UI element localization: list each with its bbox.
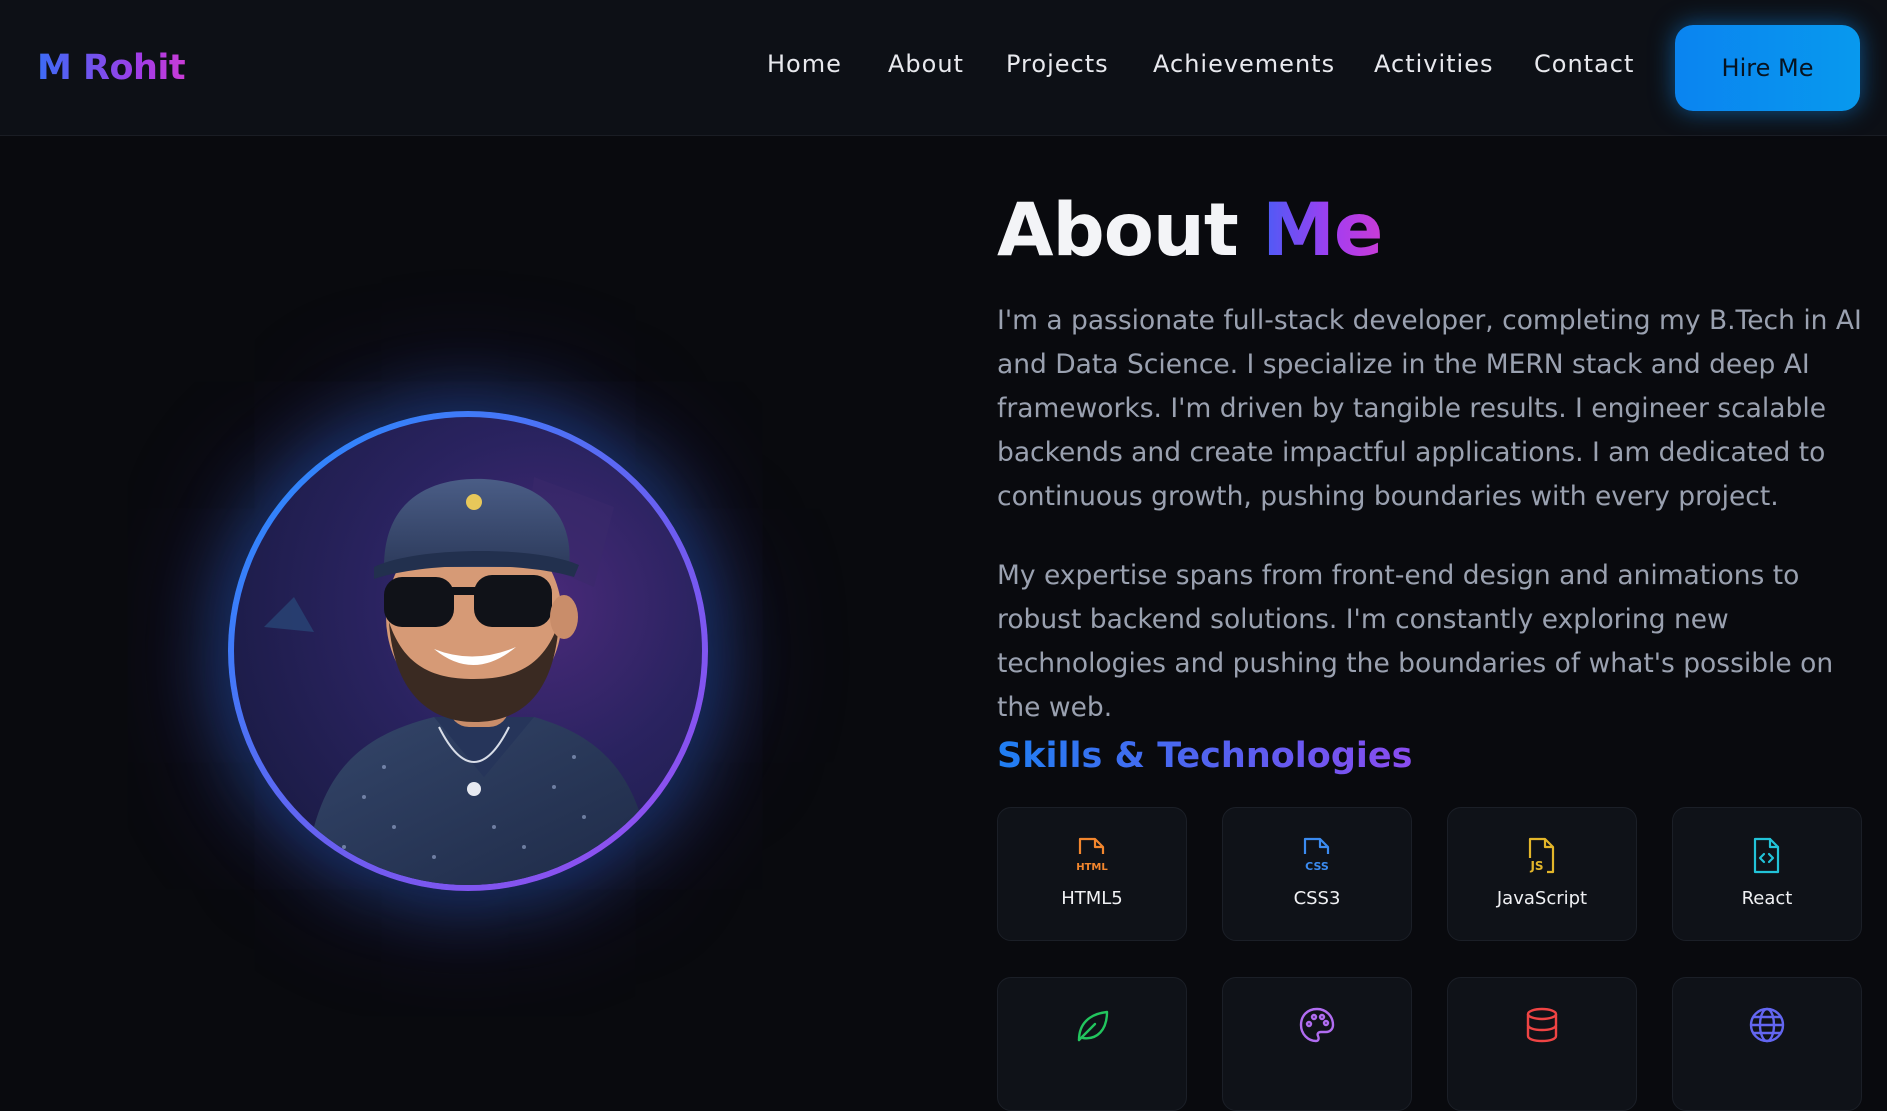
avatar-illustration [234,417,702,885]
code-file-icon [1753,837,1780,874]
about-title-highlight: Me [1262,188,1383,273]
about-paragraph-1: I'm a passionate full-stack developer, c… [997,305,1862,512]
svg-text:JS: JS [1529,859,1543,873]
database-icon [1526,1007,1558,1043]
skills-title: Skills & Technologies [997,736,1413,776]
globe-icon [1749,1007,1785,1043]
svg-text:HTML: HTML [1076,862,1108,873]
js-file-icon: JS [1528,837,1555,874]
skill-label: HTML5 [1061,888,1123,909]
nav-contact[interactable]: Contact [1534,50,1634,78]
skill-card-html5[interactable]: HTML HTML5 [997,807,1187,941]
skill-card-node[interactable] [997,977,1187,1111]
svg-text:CSS: CSS [1305,860,1329,873]
skill-card-css3[interactable]: CSS CSS3 [1222,807,1412,941]
site-logo[interactable]: M Rohit [37,48,186,88]
nav-activities[interactable]: Activities [1374,50,1494,78]
skill-card-javascript[interactable]: JS JavaScript [1447,807,1637,941]
skill-label: CSS3 [1293,888,1341,909]
css-file-icon: CSS [1303,837,1330,873]
about-paragraph-2: My expertise spans from front-end design… [997,560,1834,723]
about-title-main: About [997,188,1263,273]
skill-card-web[interactable] [1672,977,1862,1111]
skill-card-react[interactable]: React [1672,807,1862,941]
profile-avatar [228,411,708,891]
navbar: M Rohit Home About Projects Achievements… [0,0,1887,136]
skill-label: React [1741,888,1793,909]
html-file-icon: HTML [1076,837,1108,873]
hire-me-button[interactable]: Hire Me [1675,25,1860,111]
skill-card-design[interactable] [1222,977,1412,1111]
skill-label: JavaScript [1496,888,1588,909]
nav-projects[interactable]: Projects [1006,50,1109,78]
skill-card-database[interactable] [1447,977,1637,1111]
nav-home[interactable]: Home [767,50,842,78]
about-title: About Me [997,188,1383,273]
leaf-icon [1077,1010,1109,1042]
palette-icon [1299,1007,1335,1043]
nav-achievements[interactable]: Achievements [1153,50,1335,78]
nav-about[interactable]: About [888,50,964,78]
